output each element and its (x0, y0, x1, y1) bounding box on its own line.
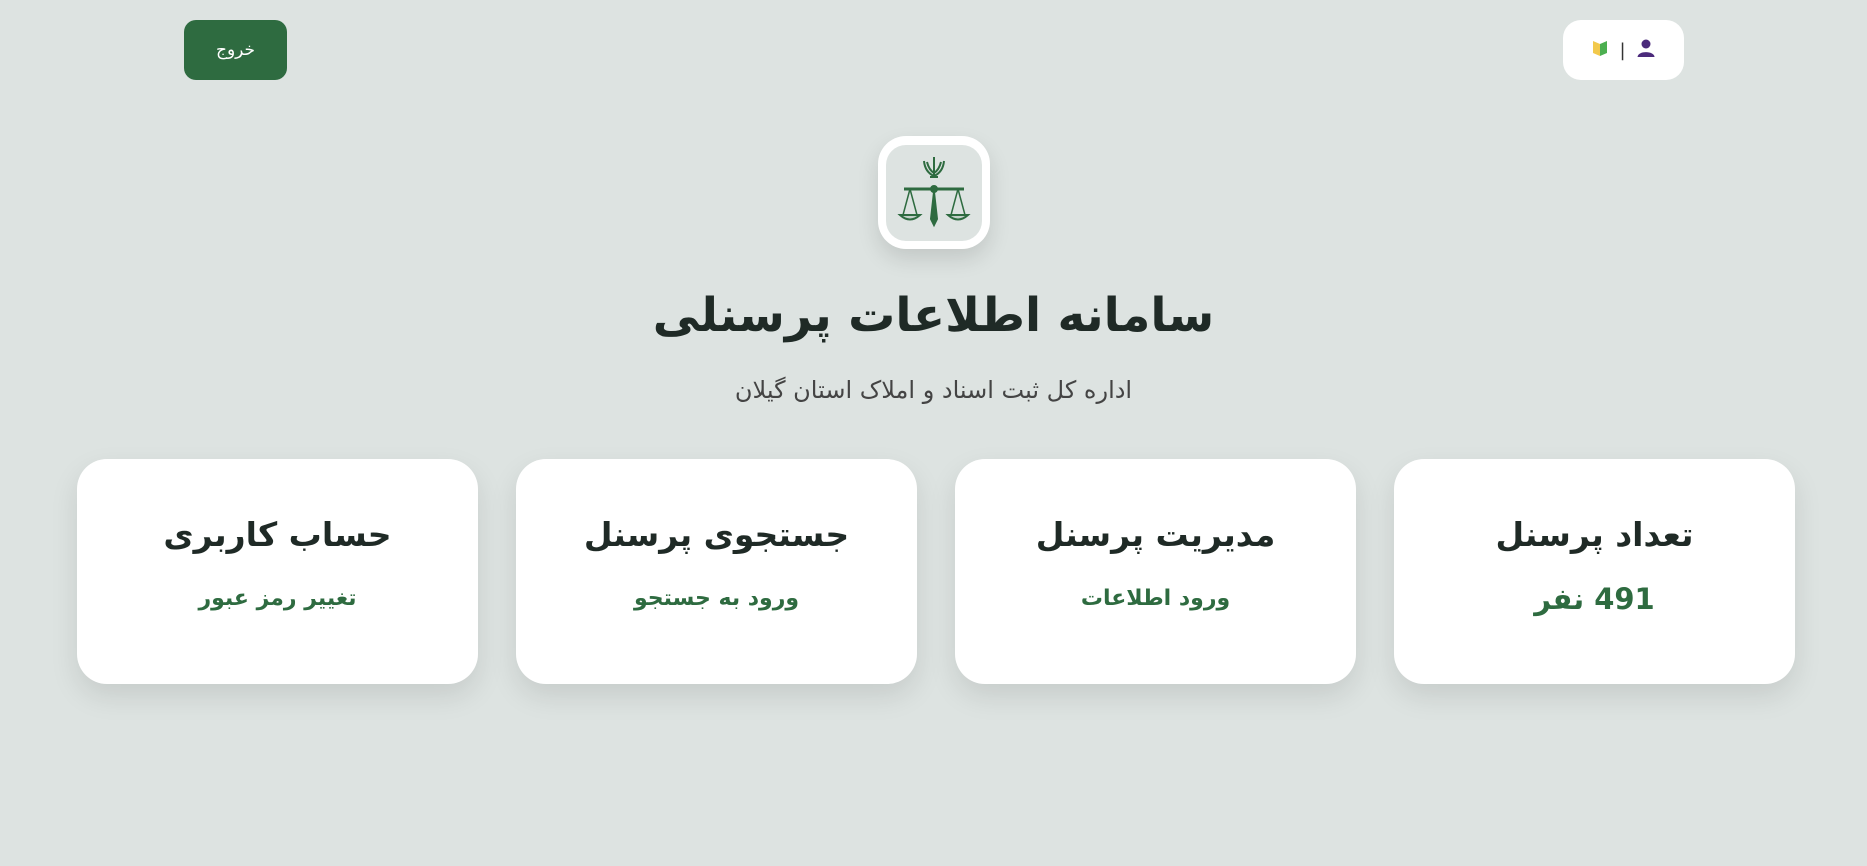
card-personnel-management[interactable]: مدیریت پرسنل ورود اطلاعات (955, 459, 1356, 684)
card-title: حساب کاربری (163, 515, 392, 554)
scales-of-justice-emblem-icon (886, 144, 982, 241)
page-title: سامانه اطلاعات پرسنلی (652, 288, 1215, 343)
user-icon (1636, 38, 1656, 62)
card-title: مدیریت پرسنل (1035, 515, 1276, 554)
user-menu[interactable]: | (1563, 20, 1684, 80)
dashboard-cards: تعداد پرسنل 491 نفر مدیریت پرسنل ورود اط… (75, 459, 1795, 684)
card-title: جستجوی پرسنل (583, 515, 850, 554)
card-title: تعداد پرسنل (1495, 515, 1694, 554)
search-link[interactable]: ورود به جستجو (634, 586, 799, 611)
card-personnel-search[interactable]: جستجوی پرسنل ورود به جستجو (516, 459, 917, 684)
card-user-account[interactable]: حساب کاربری تغییر رمز عبور (77, 459, 478, 684)
personnel-count-value: 491 نفر (1534, 582, 1655, 616)
card-personnel-count: تعداد پرسنل 491 نفر (1394, 459, 1795, 684)
page-subtitle: اداره کل ثبت اسناد و املاک استان گیلان (734, 376, 1133, 404)
separator: | (1619, 39, 1626, 61)
emblem (878, 136, 990, 249)
page: خروج | سامانه اطلاعات پرسنلی اداره کل ثب… (0, 0, 1867, 866)
data-entry-link[interactable]: ورود اطلاعات (1081, 586, 1230, 611)
leaf-badge-icon (1591, 38, 1609, 62)
logout-button[interactable]: خروج (184, 20, 287, 80)
change-password-link[interactable]: تغییر رمز عبور (198, 586, 356, 611)
